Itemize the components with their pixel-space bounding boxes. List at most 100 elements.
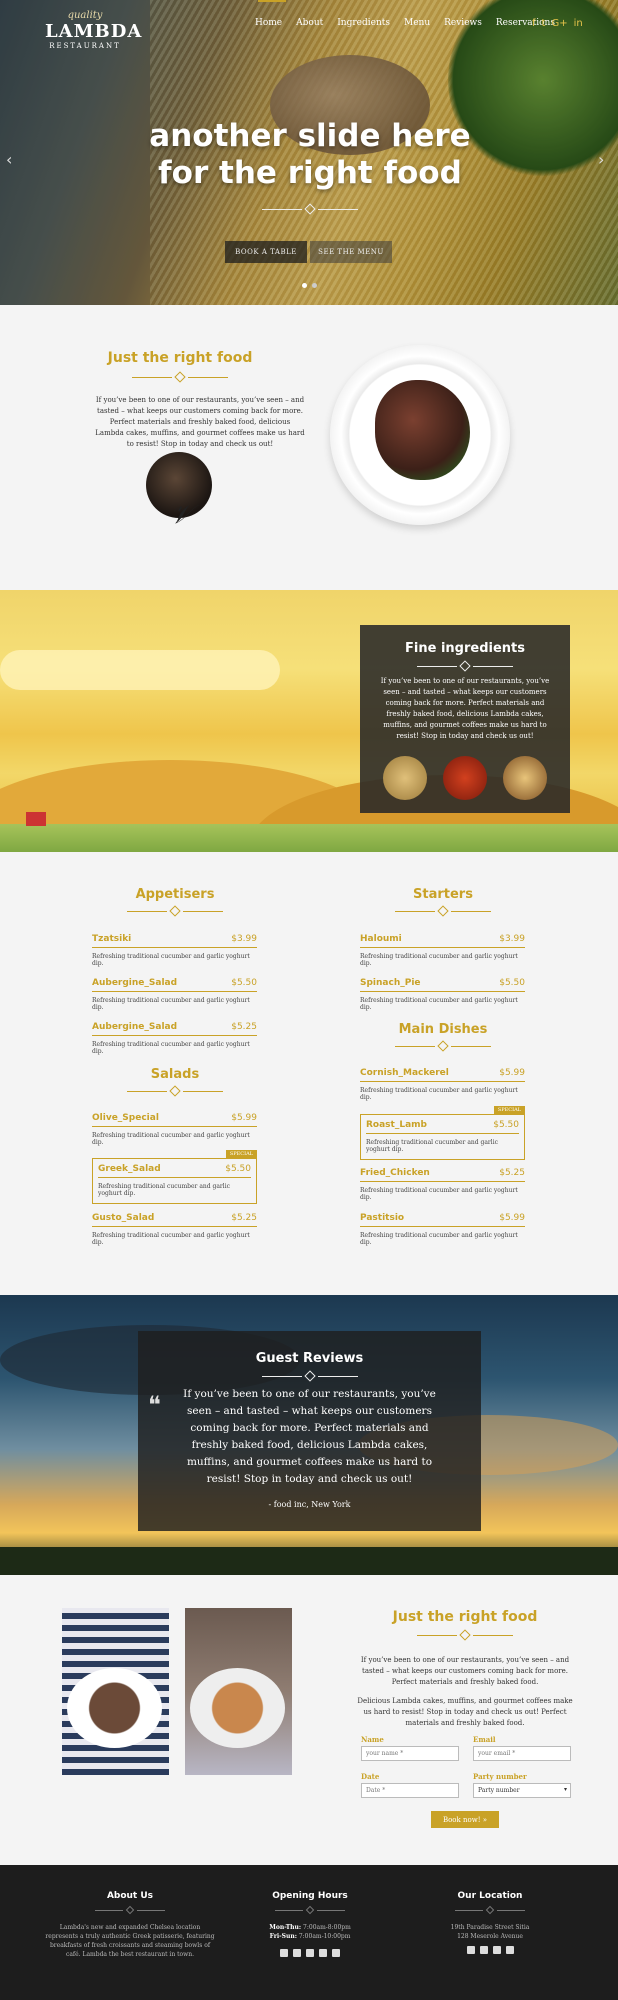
footer-about-text: Lambda's new and expanded Chelsea locati… xyxy=(45,1924,215,1958)
visa-icon xyxy=(280,1949,288,1957)
book-now-button[interactable]: Book now! » xyxy=(431,1811,499,1828)
googleplus-icon[interactable] xyxy=(492,1946,501,1954)
ornament-icon xyxy=(358,1040,528,1052)
footer-about: About Us Lambda's new and expanded Chels… xyxy=(45,1891,215,1959)
ingredients-title: Fine ingredients xyxy=(405,641,525,656)
chevron-down-icon: ▾ xyxy=(563,1786,567,1793)
palm-silhouette xyxy=(0,1547,618,1575)
menu-item[interactable]: Pastitsio $5.99 Refreshing traditional cuc… xyxy=(360,1213,525,1246)
booking-text-1: If you’ve been to one of our restaurants… xyxy=(360,1656,570,1686)
menu-item[interactable]: Aubergine_Salad $5.25 Refreshing tradition… xyxy=(92,1022,257,1055)
email-input[interactable]: your email * xyxy=(473,1746,571,1761)
social-links: f t G+ in xyxy=(532,18,583,29)
slider-prev-arrow-icon[interactable]: ‹ xyxy=(6,150,12,169)
dish-photo-2 xyxy=(185,1608,292,1775)
quote-icon: ❝ xyxy=(148,1391,161,1419)
menu-item[interactable]: Gusto_Salad $5.25 Refreshing traditional c… xyxy=(92,1213,257,1246)
name-label: Name xyxy=(361,1735,384,1744)
booking-text-2: Delicious Lambda cakes, muffins, and gou… xyxy=(357,1697,573,1727)
menu-item[interactable]: Aubergine_Salad $5.50 Refreshing tradition… xyxy=(92,978,257,1011)
facebook-icon[interactable] xyxy=(466,1946,475,1954)
ornament-icon xyxy=(255,1905,365,1915)
hero-title: another slide here for the right food xyxy=(149,118,471,191)
slider-next-arrow-icon[interactable]: › xyxy=(598,150,604,169)
footer-hours: Opening Hours Mon-Thu: 7:00am-8:00pm Fri… xyxy=(255,1891,365,1957)
menu-item[interactable]: Haloumi $3.99 Refreshing traditional cucum… xyxy=(360,934,525,967)
signature-image: 𝒱 xyxy=(170,500,192,530)
ingredients-section: Fine ingredients If you’ve been to one o… xyxy=(0,590,618,852)
date-label: Date xyxy=(361,1772,380,1781)
amex-icon xyxy=(306,1949,314,1957)
main-nav: Home About Ingredients Menu Reviews Rese… xyxy=(255,18,555,28)
active-nav-indicator xyxy=(258,0,286,2)
ornament-icon xyxy=(130,371,230,383)
googleplus-icon[interactable]: G+ xyxy=(551,18,567,29)
party-label: Party number xyxy=(473,1772,527,1781)
slider-dot-2[interactable] xyxy=(312,283,317,288)
dish-photo-1 xyxy=(62,1608,169,1775)
reviews-section: Guest Reviews ❝ If you’ve been to one of… xyxy=(0,1295,618,1575)
date-input[interactable]: Date * xyxy=(361,1783,459,1798)
linkedin-icon[interactable]: in xyxy=(574,18,583,29)
ornament-icon xyxy=(90,1085,260,1097)
nav-reviews[interactable]: Reviews xyxy=(444,18,482,28)
logo-sub: RESTAURANT xyxy=(49,42,121,50)
see-menu-button[interactable]: SEE THE MENU xyxy=(310,241,392,263)
appetisers-header: Appetisers xyxy=(90,887,260,917)
logo-tagline: quality xyxy=(67,10,103,21)
ingredients-text: If you’ve been to one of our restaurants… xyxy=(380,677,550,740)
review-author: - food inc, New York xyxy=(268,1500,351,1509)
about-section: Just the right food If you’ve been to on… xyxy=(0,305,618,590)
appetisers-title: Appetisers xyxy=(135,887,215,902)
ingredient-nuts-image xyxy=(503,756,547,800)
linkedin-icon[interactable] xyxy=(505,1946,514,1954)
menu-item[interactable]: Tzatsiki $3.99 Refreshing traditional cucu… xyxy=(92,934,257,967)
ornament-icon xyxy=(138,1370,481,1382)
nav-home[interactable]: Home xyxy=(255,18,282,28)
footer-address-1: 19th Paradise Street Sitia xyxy=(450,1924,530,1931)
menu-item[interactable]: Olive_Special $5.99 Refreshing traditional… xyxy=(92,1113,257,1146)
mastercard-icon xyxy=(293,1949,301,1957)
nav-about[interactable]: About xyxy=(296,18,323,28)
booking-title: Just the right food xyxy=(392,1609,538,1625)
footer-hours-title: Opening Hours xyxy=(272,1891,348,1901)
footer-location: Our Location 19th Paradise Street Sitia … xyxy=(420,1891,560,1954)
email-label: Email xyxy=(473,1735,496,1744)
hero-slider: quality LAMBDA RESTAURANT Home About Ing… xyxy=(0,0,618,305)
menu-item[interactable]: Cornish_Mackerel $5.99 Refreshing traditio… xyxy=(360,1068,525,1101)
nav-menu[interactable]: Menu xyxy=(404,18,430,28)
nav-ingredients[interactable]: Ingredients xyxy=(337,18,390,28)
ornament-icon xyxy=(420,1905,560,1915)
starters-title: Starters xyxy=(413,887,473,902)
hero-ornament-icon xyxy=(220,203,400,215)
ornament-icon xyxy=(415,1629,515,1641)
name-input[interactable]: your name * xyxy=(361,1746,459,1761)
menu-section: Appetisers Starters Tzatsiki $3.99 Refresh… xyxy=(0,852,618,1295)
slider-dot-1[interactable] xyxy=(302,283,307,288)
book-table-button[interactable]: BOOK A TABLE xyxy=(225,241,307,263)
facebook-icon[interactable]: f xyxy=(532,18,536,29)
slider-dots xyxy=(302,283,317,288)
about-title: Just the right food xyxy=(107,350,253,366)
logo[interactable]: quality LAMBDA RESTAURANT xyxy=(45,10,143,50)
footer-address-2: 128 Meserole Avenue xyxy=(457,1933,523,1940)
salads-title: Salads xyxy=(150,1067,200,1082)
ornament-icon xyxy=(358,905,528,917)
menu-item[interactable]: Fried_Chicken $5.25 Refreshing traditional… xyxy=(360,1168,525,1201)
footer-location-title: Our Location xyxy=(457,1891,523,1901)
logo-name: LAMBDA xyxy=(45,21,143,42)
payment-icons xyxy=(255,1949,365,1957)
booking-section: Just the right food If you’ve been to on… xyxy=(0,1575,618,1865)
twitter-icon[interactable]: t xyxy=(542,18,546,29)
card-icon xyxy=(332,1949,340,1957)
menu-item-special[interactable]: SPECIAL Greek_Salad $5.50 Refreshing tradit… xyxy=(92,1150,257,1204)
special-badge: SPECIAL xyxy=(225,1150,257,1158)
about-text: If you’ve been to one of our restaurants… xyxy=(95,396,305,448)
ingredient-spice-image xyxy=(443,756,487,800)
paypal-icon xyxy=(319,1949,327,1957)
twitter-icon[interactable] xyxy=(479,1946,488,1954)
party-select[interactable]: Party number ▾ xyxy=(473,1783,571,1798)
plate-image xyxy=(330,345,510,525)
menu-item-special[interactable]: SPECIAL Roast_Lamb $5.50 Refreshing traditi… xyxy=(360,1106,525,1160)
menu-item[interactable]: Spinach_Pie $5.50 Refreshing traditional c… xyxy=(360,978,525,1011)
